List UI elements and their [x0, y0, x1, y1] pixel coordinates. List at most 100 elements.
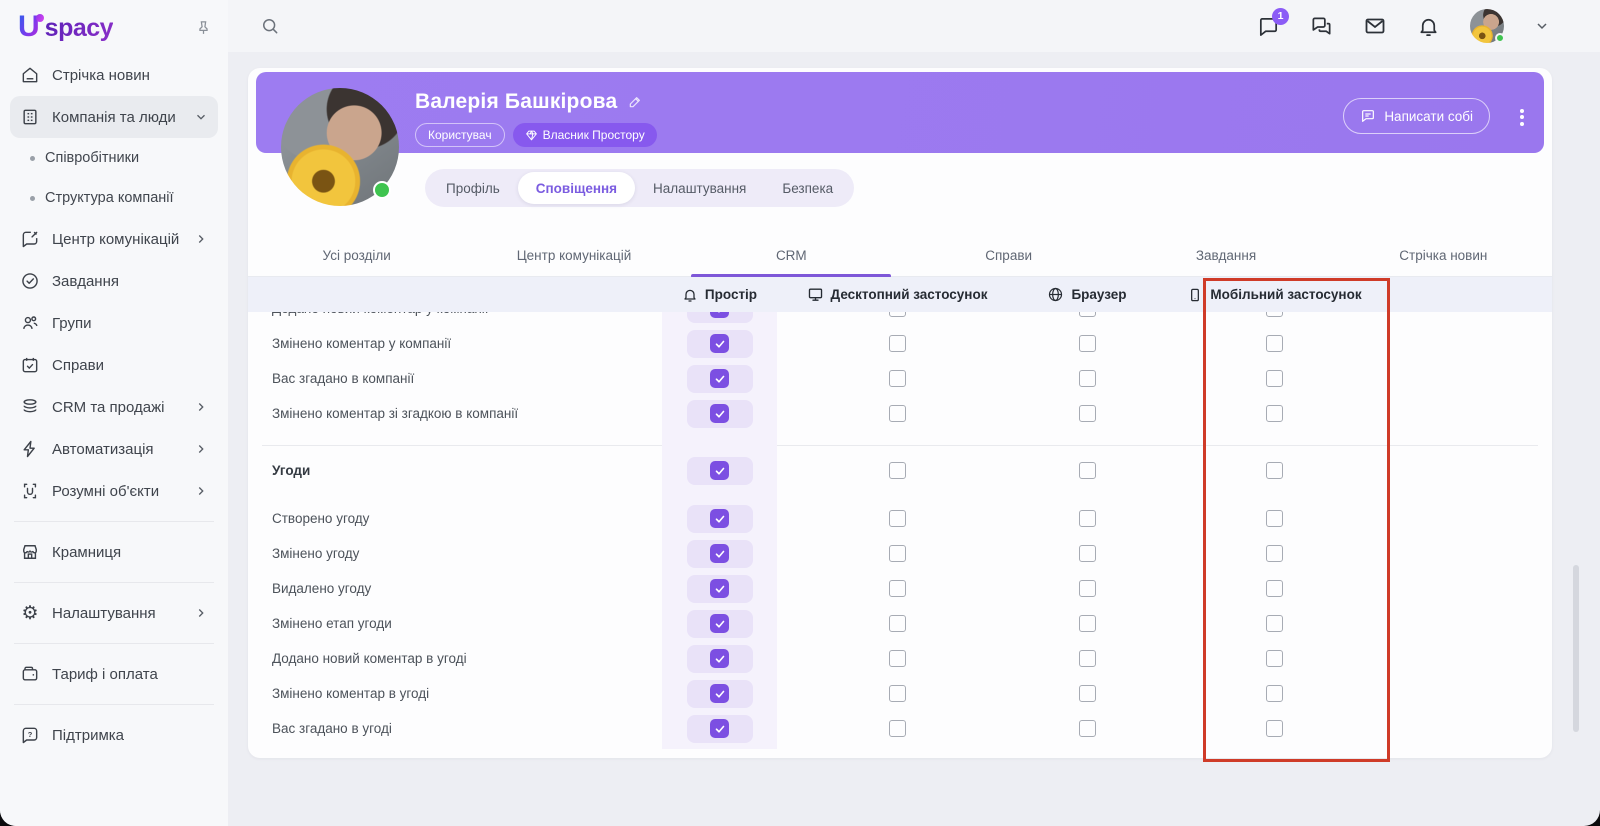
- checkbox-browser[interactable]: [1078, 685, 1096, 702]
- uspacy-logo[interactable]: Uspacy: [18, 10, 114, 44]
- section-tab-communication[interactable]: Центр комунікацій: [465, 235, 682, 276]
- checkbox-mobile[interactable]: [1266, 615, 1283, 632]
- chevron-down-icon[interactable]: [1534, 18, 1550, 34]
- edit-pencil-icon[interactable]: [627, 94, 643, 110]
- checkbox-space-checked[interactable]: [686, 504, 753, 533]
- checkbox-space-checked[interactable]: [686, 644, 753, 673]
- checkbox-desktop[interactable]: [888, 720, 906, 737]
- checkbox-browser[interactable]: [1078, 370, 1096, 387]
- checkbox-desktop[interactable]: [888, 312, 906, 317]
- write-to-self-label: Написати собі: [1384, 108, 1473, 124]
- section-tab-activities[interactable]: Справи: [900, 235, 1117, 276]
- checkbox-desktop[interactable]: [888, 335, 906, 352]
- checkbox-desktop[interactable]: [888, 685, 906, 702]
- checkbox-space-checked[interactable]: [686, 456, 753, 485]
- checkbox-desktop[interactable]: [888, 545, 906, 562]
- online-status-dot: [373, 181, 391, 199]
- user-avatar[interactable]: [1470, 9, 1505, 43]
- table-row: Вас згадано в компанії: [248, 361, 1552, 396]
- checkbox-space-checked[interactable]: [686, 329, 753, 358]
- checkbox-mobile[interactable]: [1266, 720, 1283, 737]
- sidebar-item-marketplace[interactable]: Крамниця: [10, 531, 218, 573]
- tab-settings[interactable]: Налаштування: [635, 172, 764, 204]
- checkbox-browser[interactable]: [1078, 650, 1096, 667]
- tab-notifications[interactable]: Сповіщення: [517, 172, 636, 204]
- checkbox-mobile[interactable]: [1266, 510, 1283, 527]
- checkbox-desktop[interactable]: [888, 650, 906, 667]
- checkbox-browser[interactable]: [1078, 405, 1096, 422]
- sidebar-item-company-structure[interactable]: Структура компанії: [10, 178, 218, 218]
- vertical-scrollbar[interactable]: [1573, 565, 1579, 732]
- sidebar-item-tasks[interactable]: Завдання: [10, 260, 218, 302]
- comment-icon[interactable]: 1: [1257, 7, 1289, 38]
- sidebar-item-activities[interactable]: Справи: [10, 344, 218, 386]
- checkbox-space-checked[interactable]: [686, 539, 753, 568]
- checkbox-space-checked[interactable]: [686, 714, 753, 743]
- checkbox-mobile[interactable]: [1266, 650, 1283, 667]
- pin-sidebar-icon[interactable]: [195, 19, 212, 36]
- sidebar-item-smart-objects[interactable]: Розумні об'єкти: [10, 470, 218, 512]
- sidebar-item-settings[interactable]: ⚙ Налаштування: [10, 592, 218, 634]
- checkbox-browser[interactable]: [1078, 335, 1096, 352]
- checkbox-mobile[interactable]: [1266, 545, 1283, 562]
- table-row: Змінено коментар в угоді: [248, 676, 1552, 711]
- divider: [14, 521, 214, 522]
- sidebar-item-label: Групи: [52, 314, 92, 332]
- search-icon[interactable]: [260, 16, 280, 36]
- section-tab-newsfeed[interactable]: Стрічка новин: [1335, 235, 1552, 276]
- checkbox-space-checked[interactable]: [686, 574, 753, 603]
- checkbox-mobile[interactable]: [1266, 312, 1283, 317]
- checkbox-space-checked[interactable]: [686, 609, 753, 638]
- sidebar-item-automation[interactable]: Автоматизація: [10, 428, 218, 470]
- checkbox-space-checked[interactable]: [686, 399, 753, 428]
- checkbox-browser[interactable]: [1078, 312, 1096, 317]
- checkbox-mobile[interactable]: [1266, 370, 1283, 387]
- checkbox-space-checked[interactable]: [686, 679, 753, 708]
- checkbox-browser[interactable]: [1078, 615, 1096, 632]
- checkbox-desktop[interactable]: [888, 462, 906, 479]
- section-tab-tasks[interactable]: Завдання: [1117, 235, 1334, 276]
- sidebar-item-employees[interactable]: Співробітники: [10, 138, 218, 178]
- section-tab-crm[interactable]: CRM: [683, 235, 900, 278]
- checkbox-space-checked[interactable]: [686, 312, 753, 323]
- checkbox-browser[interactable]: [1078, 510, 1096, 527]
- checkbox-mobile[interactable]: [1266, 685, 1283, 702]
- sidebar-item-communication-center[interactable]: Центр комунікацій: [10, 218, 218, 260]
- bell-icon[interactable]: [1417, 15, 1440, 38]
- checkbox-mobile[interactable]: [1266, 580, 1283, 597]
- checkbox-desktop[interactable]: [888, 615, 906, 632]
- checkbox-desktop[interactable]: [888, 370, 906, 387]
- profile-avatar[interactable]: [281, 88, 399, 206]
- sidebar-item-company-people[interactable]: Компанія та люди: [10, 96, 218, 138]
- sidebar-item-label: Тариф і оплата: [52, 665, 158, 683]
- checkbox-space-checked[interactable]: [686, 364, 753, 393]
- checkbox-mobile[interactable]: [1266, 462, 1283, 479]
- checkbox-mobile[interactable]: [1266, 335, 1283, 352]
- checkbox-browser[interactable]: [1078, 462, 1096, 479]
- chevron-right-icon: [198, 235, 204, 243]
- smart-object-icon: [23, 483, 37, 499]
- checkbox-desktop[interactable]: [888, 580, 906, 597]
- checkbox-mobile[interactable]: [1266, 405, 1283, 422]
- sidebar-item-newsfeed[interactable]: Стрічка новин: [10, 54, 218, 96]
- section-tab-all[interactable]: Усі розділи: [248, 235, 465, 276]
- comments-icon[interactable]: [1310, 15, 1333, 38]
- sidebar-item-billing[interactable]: Тариф і оплата: [10, 653, 218, 695]
- sidebar-item-support[interactable]: ? Підтримка: [10, 714, 218, 756]
- sidebar-item-groups[interactable]: Групи: [10, 302, 218, 344]
- calendar-check-icon: [22, 357, 38, 373]
- checkbox-browser[interactable]: [1078, 545, 1096, 562]
- checkbox-desktop[interactable]: [888, 510, 906, 527]
- sidebar-item-label: Налаштування: [52, 604, 156, 622]
- more-options-button[interactable]: [1520, 106, 1524, 128]
- sidebar-item-crm[interactable]: CRM та продажі: [10, 386, 218, 428]
- tab-profile[interactable]: Профіль: [428, 172, 518, 204]
- checkbox-browser[interactable]: [1078, 720, 1096, 737]
- tab-security[interactable]: Безпека: [764, 172, 851, 204]
- checkbox-browser[interactable]: [1078, 580, 1096, 597]
- write-to-self-button[interactable]: Написати собі: [1343, 98, 1490, 134]
- gem-icon: [525, 130, 537, 140]
- notification-table-body: Додано новий коментар у компанії Змінено…: [248, 312, 1552, 749]
- mail-icon[interactable]: [1363, 14, 1387, 38]
- checkbox-desktop[interactable]: [888, 405, 906, 422]
